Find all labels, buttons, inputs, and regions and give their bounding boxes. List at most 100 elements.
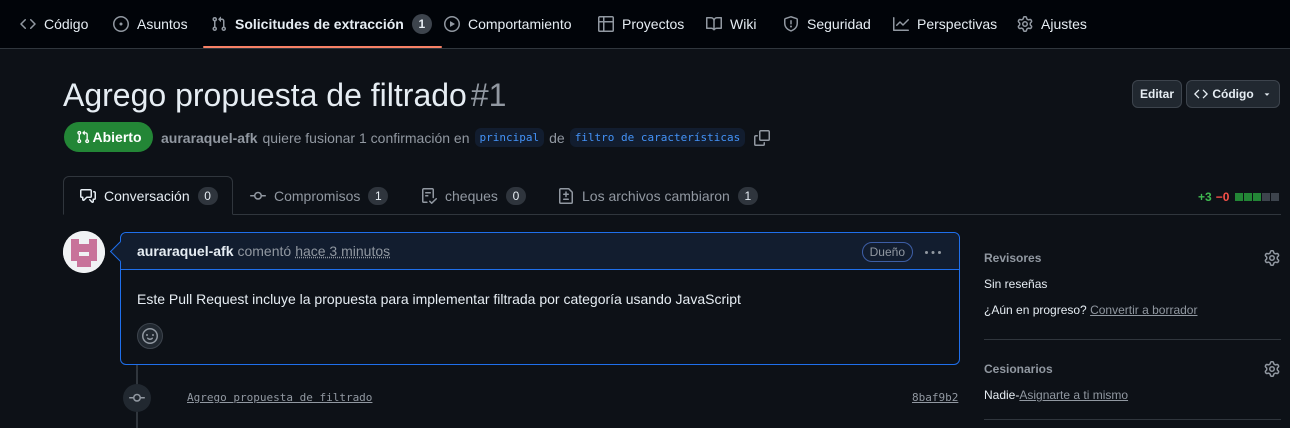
tab-commits[interactable]: Compromisos 1 [250,176,389,215]
gear-icon [1017,16,1033,32]
code-button-label: Código [1212,87,1254,101]
edit-button[interactable]: Editar [1132,80,1182,108]
kebab-horizontal-icon[interactable] [925,245,941,261]
tab-counter: 1 [368,186,389,205]
code-icon [1194,87,1209,101]
nav-item-actions[interactable]: Comportamiento [444,0,572,48]
nav-label: Seguridad [807,16,871,32]
diffstat-block [1244,193,1253,201]
diffstat: +3 −0 [1198,190,1280,204]
code-dropdown-button[interactable]: Código [1186,80,1280,108]
nav-label: Proyectos [622,16,685,32]
triangle-down-icon [1262,89,1272,99]
shield-icon [783,16,799,32]
comment-header: auraraquel-afk comentó hace 3 minutos Du… [121,233,959,270]
tab-conversation[interactable]: Conversación 0 [63,176,233,215]
sidebar-divider [984,419,1281,420]
gear-icon[interactable] [1264,361,1280,377]
comment-action: comentó [237,243,292,259]
nav-item-insights[interactable]: Perspectivas [893,0,997,48]
smiley-icon [142,328,158,344]
pr-title-text: Agrego propuesta de filtrado [63,77,467,113]
diffstat-block [1235,193,1244,201]
tab-checks[interactable]: cheques 0 [421,176,526,215]
tab-counter: 0 [505,186,526,205]
base-branch[interactable]: principal [474,128,545,147]
edit-button-label: Editar [1139,87,1174,101]
nav-item-issues[interactable]: Asuntos [113,0,188,48]
reviewers-value: Sin reseñas [984,277,1048,291]
gear-icon[interactable] [1264,250,1280,266]
nav-item-security[interactable]: Seguridad [783,0,871,48]
assignees-value: Nadie- [984,388,1020,402]
nav-label: Comportamiento [468,16,572,32]
nav-label: Código [44,16,89,32]
tab-label: cheques [445,187,498,204]
nav-label: Solicitudes de extracción [235,16,404,32]
commit-message-link[interactable]: Agrego propuesta de filtrado [187,391,372,404]
repo-nav: Código Asuntos Solicitudes de extracción… [0,0,1290,49]
draft-prompt-text: ¿Aún en progreso? [984,303,1087,317]
head-branch[interactable]: filtro de características [569,128,746,147]
nav-item-projects[interactable]: Proyectos [598,0,684,48]
pr-meta: auraraquel-afk quiere fusionar 1 confirm… [161,128,771,147]
meta-text: quiere fusionar 1 confirmación en [262,129,470,146]
avatar[interactable] [63,231,105,273]
status-label: Abierto [92,129,142,145]
assign-yourself-link[interactable]: Asignarte a ti mismo [1019,388,1128,402]
play-icon [444,16,460,32]
add-reaction-button[interactable] [137,323,163,349]
tab-label: Los archivos cambiaron [582,187,730,204]
sidebar-divider [984,339,1281,340]
draft-prompt: ¿Aún en progreso? Convertir a borrador [984,303,1197,317]
nav-item-pull-requests[interactable]: Solicitudes de extracción 1 [203,0,442,48]
file-diff-icon [558,187,574,204]
nav-label: Perspectivas [917,16,998,32]
diffstat-block [1253,193,1262,201]
diffstat-block [1271,193,1280,201]
nav-label: Asuntos [137,16,188,32]
author-link[interactable]: auraraquel-afk [161,130,257,146]
diffstat-blocks [1235,193,1280,201]
pr-number: #1 [470,77,507,113]
copy-icon[interactable] [754,129,771,146]
git-pull-request-icon [211,16,227,32]
nav-label: Wiki [730,16,757,32]
issue-opened-icon [113,16,129,32]
owner-badge: Dueño [861,242,913,262]
tab-files-changed[interactable]: Los archivos cambiaron 1 [558,176,758,215]
reviewers-heading[interactable]: Revisores [984,251,1041,265]
nav-counter: 1 [411,14,432,34]
tab-label: Conversación [104,187,190,204]
checklist-icon [421,187,437,204]
comment-author[interactable]: auraraquel-afk [137,243,233,259]
nav-item-settings[interactable]: Ajustes [1017,0,1087,48]
comment-time[interactable]: hace 3 minutos [295,243,390,259]
git-commit-icon [250,188,266,204]
convert-to-draft-link[interactable]: Convertir a borrador [1090,303,1197,317]
comment-discussion-icon [80,188,96,204]
git-pull-request-icon [76,130,90,144]
diffstat-block [1262,193,1271,201]
diffstat-deletions: −0 [1215,190,1230,204]
nav-item-wiki[interactable]: Wiki [706,0,756,48]
tab-label: Compromisos [274,187,361,204]
graph-icon [893,16,909,32]
commit-sha-link[interactable]: 8baf9b2 [912,391,958,404]
page-title: Agrego propuesta de filtrado #1 [63,77,506,114]
comment-box: auraraquel-afk comentó hace 3 minutos Du… [120,232,960,365]
status-badge: Abierto [64,122,153,152]
table-icon [598,16,614,32]
meta-connector: de [549,129,565,146]
diffstat-additions: +3 [1198,190,1212,204]
assignees-row: Nadie-Asignarte a ti mismo [984,388,1128,402]
code-icon [20,16,36,32]
book-icon [706,16,722,32]
tab-counter: 1 [737,186,758,205]
tab-counter: 0 [197,186,218,205]
git-commit-icon [129,390,145,406]
nav-label: Ajustes [1041,16,1087,32]
nav-item-code[interactable]: Código [20,0,88,48]
timeline-badge [123,384,151,412]
assignees-heading[interactable]: Cesionarios [984,362,1053,376]
